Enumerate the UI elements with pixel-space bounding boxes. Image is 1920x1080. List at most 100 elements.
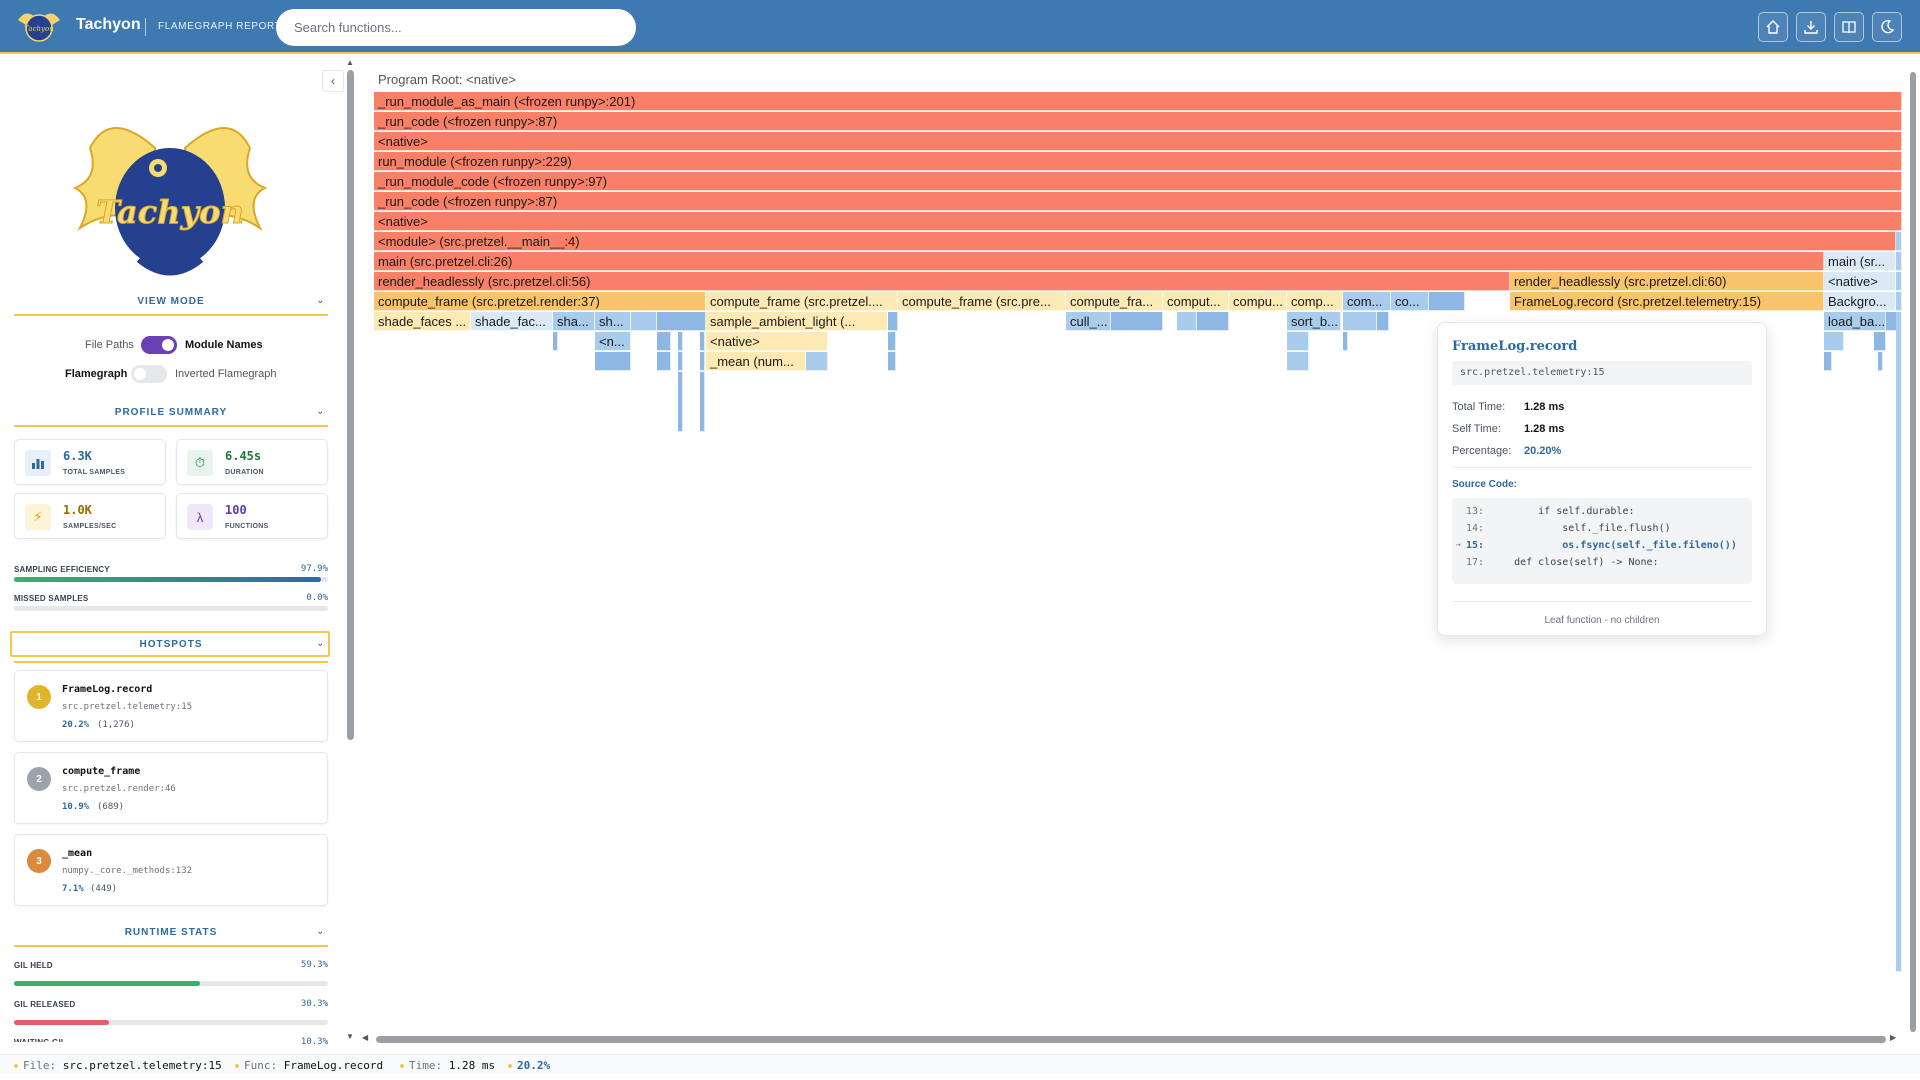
flame-frame[interactable] xyxy=(657,352,671,371)
chevron-down-icon[interactable]: ⌄ xyxy=(316,926,324,937)
flame-frame[interactable]: <n... xyxy=(595,332,631,351)
flame-frame[interactable]: sh... xyxy=(595,312,631,331)
status-file-label: File: xyxy=(23,1059,57,1072)
flame-frame[interactable]: load_ba... xyxy=(1824,312,1886,331)
chevron-down-icon[interactable]: ⌄ xyxy=(316,638,324,649)
flame-frame[interactable]: main (src.pretzel.cli:26) xyxy=(374,252,1824,271)
flame-frame[interactable]: co... xyxy=(1391,292,1429,311)
scrollbar-thumb[interactable] xyxy=(347,70,354,740)
flame-frame[interactable] xyxy=(631,312,657,331)
flame-frame[interactable] xyxy=(1287,332,1309,351)
flamegraph-vertical-scrollbar[interactable] xyxy=(1908,72,1918,1032)
flame-frame[interactable] xyxy=(700,332,705,351)
flame-frame[interactable]: sha... xyxy=(553,312,595,331)
theme-toggle-button[interactable] xyxy=(1872,12,1902,42)
sidebar-collapse-button[interactable]: ‹ xyxy=(322,70,344,92)
hotspot-rank: 2 xyxy=(27,767,51,791)
flame-frame[interactable]: shade_faces ... xyxy=(374,312,471,331)
flame-frame[interactable] xyxy=(553,332,558,351)
flame-frame[interactable]: com... xyxy=(1343,292,1391,311)
flame-frame[interactable] xyxy=(1874,332,1886,351)
flame-frame[interactable]: compute_frame (src.pre... xyxy=(898,292,1066,311)
flame-frame[interactable] xyxy=(595,352,631,371)
flame-frame[interactable] xyxy=(1177,312,1197,331)
flame-frame[interactable] xyxy=(1878,352,1883,371)
flame-frame[interactable] xyxy=(1287,352,1309,371)
flame-frame[interactable] xyxy=(1197,312,1229,331)
flame-frame[interactable]: sort_b... xyxy=(1287,312,1341,331)
flamegraph-horizontal-scrollbar[interactable]: ◀ ▶ xyxy=(360,1033,1920,1044)
search-input[interactable] xyxy=(276,9,636,46)
flame-frame[interactable] xyxy=(678,332,683,351)
flame-frame[interactable]: <native> xyxy=(1824,272,1896,291)
flame-frame[interactable]: <native> xyxy=(706,332,828,351)
flame-frame[interactable]: <native> xyxy=(374,212,1902,231)
flame-frame[interactable]: comput... xyxy=(1163,292,1229,311)
flame-frame[interactable]: render_headlessly (src.pretzel.cli:60) xyxy=(1510,272,1824,291)
sidebar-scrollbar[interactable]: ▲ ▼ xyxy=(346,56,356,1042)
flame-frame[interactable] xyxy=(1343,332,1348,351)
flame-frame[interactable]: _run_code (<frozen runpy>:87) xyxy=(374,192,1902,211)
flame-frame[interactable] xyxy=(1377,312,1389,331)
flame-frame[interactable]: compu... xyxy=(1229,292,1287,311)
download-button[interactable] xyxy=(1796,12,1826,42)
flame-frame[interactable]: compute_fra... xyxy=(1066,292,1163,311)
functions-label: FUNCTIONS xyxy=(225,523,269,530)
flame-frame[interactable]: FrameLog.record (src.pretzel.telemetry:1… xyxy=(1510,292,1824,311)
flame-frame[interactable] xyxy=(700,352,705,371)
flame-frame[interactable]: compute_frame (src.pretzel.render:37) xyxy=(374,292,706,311)
hotspot-item[interactable]: 3 _mean numpy._core._methods:132 7.1% (4… xyxy=(14,834,328,906)
flame-frame[interactable] xyxy=(1896,312,1902,972)
scroll-left-arrow-icon[interactable]: ◀ xyxy=(362,1033,368,1042)
flame-frame[interactable] xyxy=(1896,292,1902,311)
hotspot-item[interactable]: 2 compute_frame src.pretzel.render:46 10… xyxy=(14,752,328,824)
chevron-down-icon[interactable]: ⌄ xyxy=(316,406,324,417)
scroll-up-arrow-icon[interactable]: ▲ xyxy=(346,58,354,67)
flame-frame[interactable] xyxy=(1824,332,1844,351)
flame-frame[interactable]: render_headlessly (src.pretzel.cli:56) xyxy=(374,272,1510,291)
flame-frame[interactable]: _run_code (<frozen runpy>:87) xyxy=(374,112,1902,131)
flame-frame[interactable]: compute_frame (src.pretzel.... xyxy=(706,292,898,311)
flame-frame[interactable] xyxy=(888,332,896,351)
flame-frame[interactable] xyxy=(1896,272,1902,291)
flame-frame[interactable] xyxy=(700,372,705,432)
flame-frame[interactable] xyxy=(1429,292,1465,311)
flame-frame[interactable] xyxy=(657,332,671,351)
download-icon xyxy=(1804,21,1818,34)
flame-frame[interactable] xyxy=(1343,312,1377,331)
scrollbar-thumb[interactable] xyxy=(376,1036,1886,1043)
chevron-down-icon[interactable]: ⌄ xyxy=(316,295,324,306)
flame-frame[interactable]: run_module (<frozen runpy>:229) xyxy=(374,152,1902,171)
flame-frame[interactable]: <native> xyxy=(374,132,1902,151)
tooltip-source-label: Source Code: xyxy=(1452,479,1518,490)
flame-frame[interactable] xyxy=(888,352,896,371)
flame-frame[interactable]: <module> (src.pretzel.__main__:4) xyxy=(374,232,1896,251)
flame-frame[interactable]: _run_module_code (<frozen runpy>:97) xyxy=(374,172,1902,191)
flame-frame[interactable] xyxy=(1896,232,1902,251)
flame-frame[interactable]: comp... xyxy=(1287,292,1343,311)
scrollbar-thumb[interactable] xyxy=(1910,72,1916,1032)
flame-frame[interactable] xyxy=(888,312,898,331)
flame-frame[interactable] xyxy=(1896,252,1902,271)
flame-frame[interactable] xyxy=(657,312,706,331)
home-button[interactable] xyxy=(1758,12,1788,42)
flame-frame[interactable] xyxy=(1111,312,1163,331)
path-mode-toggle[interactable] xyxy=(141,336,177,354)
docs-button[interactable] xyxy=(1834,12,1864,42)
scroll-down-arrow-icon[interactable]: ▼ xyxy=(346,1032,354,1041)
flame-frame[interactable]: cull_... xyxy=(1066,312,1111,331)
flame-frame[interactable] xyxy=(678,372,683,432)
flame-frame[interactable]: sample_ambient_light (... xyxy=(706,312,888,331)
hotspot-item[interactable]: 1 FrameLog.record src.pretzel.telemetry:… xyxy=(14,670,328,742)
flame-frame[interactable] xyxy=(1824,352,1832,371)
scroll-right-arrow-icon[interactable]: ▶ xyxy=(1890,1033,1896,1042)
flame-frame[interactable]: _mean (num... xyxy=(706,352,806,371)
flame-frame[interactable] xyxy=(806,352,828,371)
inverted-toggle[interactable] xyxy=(131,365,167,383)
code-line-number: 14: xyxy=(1466,523,1485,534)
flame-frame[interactable]: shade_fac... xyxy=(471,312,553,331)
flame-frame[interactable]: Backgro... xyxy=(1824,292,1896,311)
flame-frame[interactable] xyxy=(678,352,683,371)
flame-frame[interactable]: main (sr... xyxy=(1824,252,1896,271)
flame-frame[interactable]: _run_module_as_main (<frozen runpy>:201) xyxy=(374,92,1902,111)
